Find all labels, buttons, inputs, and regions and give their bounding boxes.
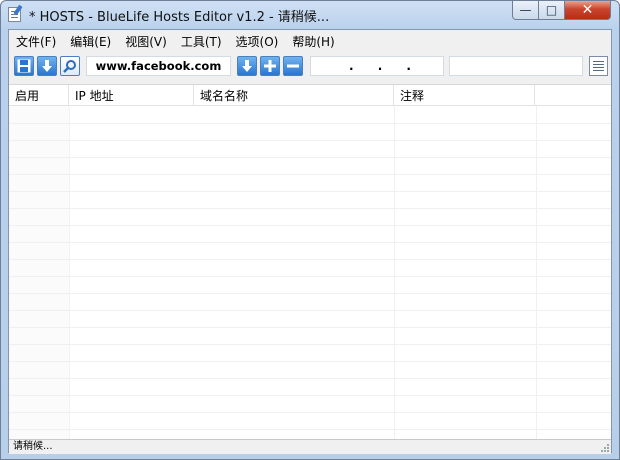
- column-header-ip[interactable]: IP 地址: [69, 85, 194, 105]
- column-header-extra: [535, 85, 611, 105]
- window-title: * HOSTS - BlueLife Hosts Editor v1.2 - 请…: [29, 10, 330, 25]
- download-button[interactable]: [37, 56, 57, 76]
- comment-input[interactable]: [449, 56, 583, 76]
- search-button[interactable]: [60, 56, 80, 76]
- row-gridline: [9, 276, 611, 277]
- menu-tools[interactable]: 工具(T): [174, 30, 229, 50]
- row-gridline: [9, 310, 611, 311]
- status-text: 请稍候...: [13, 441, 53, 452]
- list-view-button[interactable]: [589, 56, 608, 76]
- row-gridline: [9, 123, 611, 124]
- add-entry-button[interactable]: [260, 56, 280, 76]
- row-gridline: [9, 174, 611, 175]
- ip-dot: .: [377, 59, 383, 73]
- row-gridline: [9, 344, 611, 345]
- table-header: 启用 IP 地址 域名名称 注释: [9, 85, 611, 106]
- resize-grip-icon[interactable]: [601, 444, 609, 452]
- row-gridline: [9, 327, 611, 328]
- row-gridline: [9, 293, 611, 294]
- import-icon: [242, 60, 252, 72]
- ip-dot: .: [349, 59, 354, 73]
- menu-edit[interactable]: 编辑(E): [63, 30, 118, 50]
- row-gridline: [9, 395, 611, 396]
- minimize-button[interactable]: —: [512, 1, 539, 20]
- close-button[interactable]: ✕: [565, 1, 611, 20]
- title-bar[interactable]: * HOSTS - BlueLife Hosts Editor v1.2 - 请…: [1, 1, 619, 29]
- row-gridline: [9, 429, 611, 430]
- status-bar: 请稍候...: [9, 439, 611, 454]
- save-icon: [17, 59, 31, 73]
- column-header-domain[interactable]: 域名名称: [194, 85, 394, 105]
- row-gridline: [9, 378, 611, 379]
- menu-file[interactable]: 文件(F): [9, 30, 63, 50]
- caption-buttons: — □ ✕: [512, 1, 611, 21]
- menu-options[interactable]: 选项(O): [229, 30, 286, 50]
- ip-dot: .: [406, 59, 411, 73]
- row-gridline: [9, 208, 611, 209]
- import-button[interactable]: [237, 56, 257, 76]
- add-icon: [264, 60, 276, 72]
- hosts-table[interactable]: 启用 IP 地址 域名名称 注释: [9, 84, 611, 440]
- client-area: 文件(F) 编辑(E) 视图(V) 工具(T) 选项(O) 帮助(H) www.…: [8, 29, 612, 454]
- row-gridline: [9, 242, 611, 243]
- table-body: [9, 106, 611, 440]
- app-window: * HOSTS - BlueLife Hosts Editor v1.2 - 请…: [0, 0, 620, 460]
- remove-entry-button[interactable]: [283, 56, 303, 76]
- row-gridline: [9, 191, 611, 192]
- notepad-icon: [8, 7, 21, 22]
- row-gridline: [9, 225, 611, 226]
- maximize-button[interactable]: □: [539, 1, 565, 20]
- remove-icon: [287, 64, 299, 68]
- menu-help[interactable]: 帮助(H): [285, 30, 341, 50]
- column-header-comment[interactable]: 注释: [394, 85, 535, 105]
- row-gridline: [9, 259, 611, 260]
- row-gridline: [9, 361, 611, 362]
- row-gridline: [9, 157, 611, 158]
- menu-view[interactable]: 视图(V): [118, 30, 174, 50]
- search-icon: [63, 60, 76, 73]
- download-icon: [42, 60, 52, 72]
- domain-input[interactable]: www.facebook.com: [86, 56, 231, 76]
- row-gridline: [9, 140, 611, 141]
- column-header-enabled[interactable]: 启用: [9, 85, 69, 105]
- ip-address-input[interactable]: . . .: [310, 56, 444, 76]
- menu-bar: 文件(F) 编辑(E) 视图(V) 工具(T) 选项(O) 帮助(H): [9, 30, 611, 50]
- toolbar: www.facebook.com . . .: [9, 51, 611, 83]
- save-button[interactable]: [14, 56, 34, 76]
- row-gridline: [9, 412, 611, 413]
